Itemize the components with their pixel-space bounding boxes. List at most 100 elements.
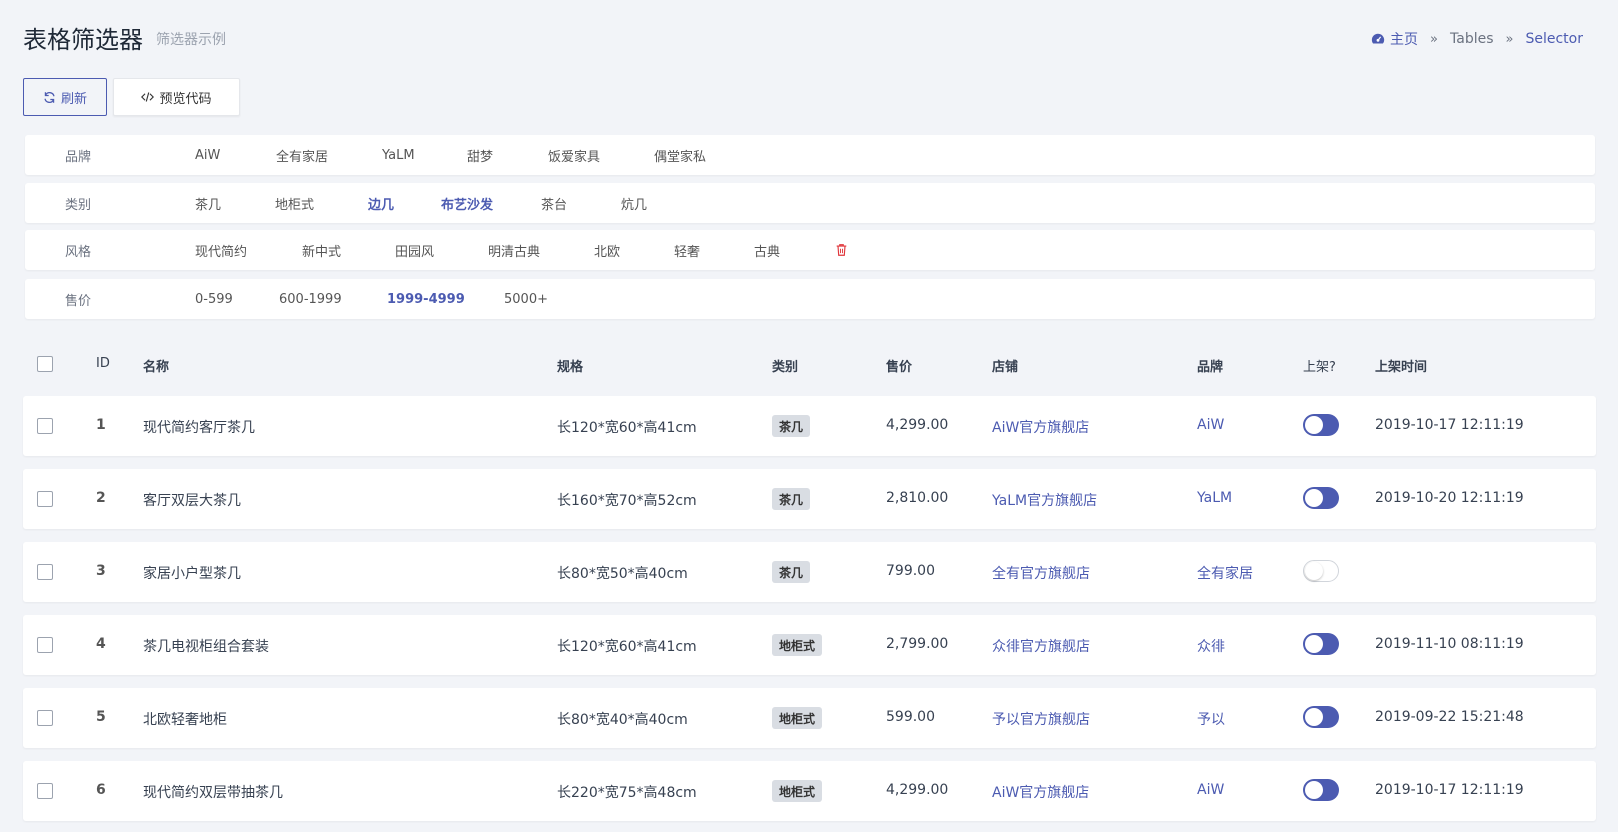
page-subtitle: 筛选器示例	[156, 32, 226, 48]
brand-link[interactable]: 众徘	[1197, 636, 1225, 656]
select-all-checkbox[interactable]	[37, 356, 53, 372]
filter-option[interactable]: 5000+	[504, 292, 548, 307]
filter-option-active[interactable]: 1999-4999	[387, 292, 465, 307]
row-checkbox[interactable]	[37, 418, 53, 434]
filter-option[interactable]: YaLM	[382, 148, 415, 163]
column-header-listed[interactable]: 上架?	[1303, 356, 1336, 375]
row-spec: 长220*宽75*高48cm	[557, 785, 697, 801]
column-header-listed-time[interactable]: 上架时间	[1375, 356, 1427, 375]
brand-link[interactable]: 全有家居	[1197, 563, 1253, 583]
column-header-name[interactable]: 名称	[143, 356, 169, 375]
refresh-icon	[44, 91, 55, 103]
row-price: 4,299.00	[886, 782, 949, 798]
row-price: 599.00	[886, 709, 935, 725]
filter-option[interactable]: 新中式	[302, 241, 341, 260]
row-name: 北欧轻奢地柜	[143, 712, 227, 728]
row-spec: 长120*宽60*高41cm	[557, 639, 697, 655]
row-spec: 长80*宽40*高40cm	[557, 712, 688, 728]
shop-link[interactable]: AiW官方旗舰店	[992, 417, 1089, 437]
code-icon	[141, 92, 155, 102]
row-checkbox[interactable]	[37, 783, 53, 799]
column-header-brand[interactable]: 品牌	[1197, 356, 1223, 375]
breadcrumb-home-link[interactable]: 主页	[1390, 29, 1418, 49]
filter-option[interactable]: 北欧	[594, 241, 620, 260]
filter-row-brand: 品牌 AiW 全有家居 YaLM 甜梦 饭爱家具 偶堂家私	[25, 135, 1595, 175]
filter-option[interactable]: AiW	[195, 148, 220, 163]
row-name: 现代简约双层带抽茶几	[143, 785, 283, 801]
toggle-knob	[1305, 635, 1323, 653]
refresh-button[interactable]: 刷新	[23, 78, 107, 116]
breadcrumb-tables-link[interactable]: Tables	[1450, 31, 1494, 47]
row-id: 4	[96, 636, 106, 652]
filter-label-category: 类别	[65, 197, 92, 213]
filter-option[interactable]: 茶台	[541, 194, 567, 213]
shop-link[interactable]: AiW官方旗舰店	[992, 782, 1089, 802]
row-checkbox[interactable]	[37, 564, 53, 580]
filter-label-price: 售价	[65, 293, 92, 309]
breadcrumb-separator-icon: »	[1430, 31, 1439, 47]
brand-link[interactable]: 予以	[1197, 709, 1225, 729]
column-header-price[interactable]: 售价	[886, 356, 912, 375]
toggle-knob	[1305, 562, 1323, 580]
listed-toggle[interactable]	[1303, 487, 1339, 509]
filter-option[interactable]: 饭爱家具	[548, 146, 600, 165]
brand-link[interactable]: AiW	[1197, 417, 1224, 433]
shop-link[interactable]: 众徘官方旗舰店	[992, 636, 1090, 656]
shop-link[interactable]: YaLM官方旗舰店	[992, 490, 1097, 510]
row-checkbox[interactable]	[37, 710, 53, 726]
listed-toggle[interactable]	[1303, 414, 1339, 436]
listed-toggle[interactable]	[1303, 779, 1339, 801]
toggle-knob	[1305, 416, 1323, 434]
shop-link[interactable]: 予以官方旗舰店	[992, 709, 1090, 729]
table-row[interactable]: 1 现代简约客厅茶几 长120*宽60*高41cm 茶几 4,299.00 Ai…	[23, 396, 1596, 456]
table-row[interactable]: 2 客厅双层大茶几 长160*宽70*高52cm 茶几 2,810.00 YaL…	[23, 469, 1596, 529]
filter-option[interactable]: 轻奢	[674, 241, 700, 260]
column-header-spec[interactable]: 规格	[557, 356, 583, 375]
category-badge: 茶几	[772, 415, 811, 437]
filter-option-active[interactable]: 布艺沙发	[441, 194, 493, 213]
table-row[interactable]: 6 现代简约双层带抽茶几 长220*宽75*高48cm 地柜式 4,299.00…	[23, 761, 1596, 821]
filter-option[interactable]: 偶堂家私	[654, 146, 706, 165]
table-row[interactable]: 3 家居小户型茶几 长80*宽50*高40cm 茶几 799.00 全有官方旗舰…	[23, 542, 1596, 602]
breadcrumb-current: Selector	[1525, 31, 1583, 47]
row-id: 1	[96, 417, 106, 433]
row-checkbox[interactable]	[37, 637, 53, 653]
filter-option[interactable]: 古典	[754, 241, 780, 260]
table-row[interactable]: 5 北欧轻奢地柜 长80*宽40*高40cm 地柜式 599.00 予以官方旗舰…	[23, 688, 1596, 748]
column-header-category[interactable]: 类别	[772, 356, 798, 375]
trash-icon[interactable]	[835, 243, 848, 257]
row-listed-time: 2019-11-10 08:11:19	[1375, 636, 1524, 652]
dashboard-icon	[1371, 33, 1385, 44]
filter-row-price: 售价 0-599 600-1999 1999-4999 5000+	[25, 279, 1595, 319]
filter-option[interactable]: 全有家居	[276, 146, 328, 165]
filter-option[interactable]: 炕几	[621, 194, 647, 213]
row-id: 2	[96, 490, 106, 506]
shop-link[interactable]: 全有官方旗舰店	[992, 563, 1090, 583]
column-header-id[interactable]: ID	[96, 356, 110, 371]
table-row[interactable]: 4 茶几电视柜组合套装 长120*宽60*高41cm 地柜式 2,799.00 …	[23, 615, 1596, 675]
brand-link[interactable]: YaLM	[1197, 490, 1232, 506]
row-checkbox[interactable]	[37, 491, 53, 507]
row-price: 2,810.00	[886, 490, 949, 506]
filter-option[interactable]: 0-599	[195, 292, 233, 307]
toggle-knob	[1305, 781, 1323, 799]
row-price: 4,299.00	[886, 417, 949, 433]
listed-toggle[interactable]	[1303, 633, 1339, 655]
filter-option[interactable]: 茶几	[195, 194, 221, 213]
filter-option[interactable]: 田园风	[395, 241, 434, 260]
listed-toggle[interactable]	[1303, 560, 1339, 582]
column-header-shop[interactable]: 店铺	[992, 356, 1018, 375]
breadcrumb-separator-icon: »	[1505, 31, 1514, 47]
listed-toggle[interactable]	[1303, 706, 1339, 728]
filter-option[interactable]: 600-1999	[279, 292, 342, 307]
filter-option[interactable]: 地柜式	[275, 194, 314, 213]
page-title: 表格筛选器	[23, 26, 143, 54]
preview-code-button[interactable]: 预览代码	[113, 78, 240, 116]
filter-option-active[interactable]: 边几	[368, 194, 394, 213]
brand-link[interactable]: AiW	[1197, 782, 1224, 798]
filter-option[interactable]: 明清古典	[488, 241, 540, 260]
filter-option[interactable]: 现代简约	[195, 241, 247, 260]
row-name: 家居小户型茶几	[143, 566, 241, 582]
filter-option[interactable]: 甜梦	[467, 146, 493, 165]
row-price: 2,799.00	[886, 636, 949, 652]
